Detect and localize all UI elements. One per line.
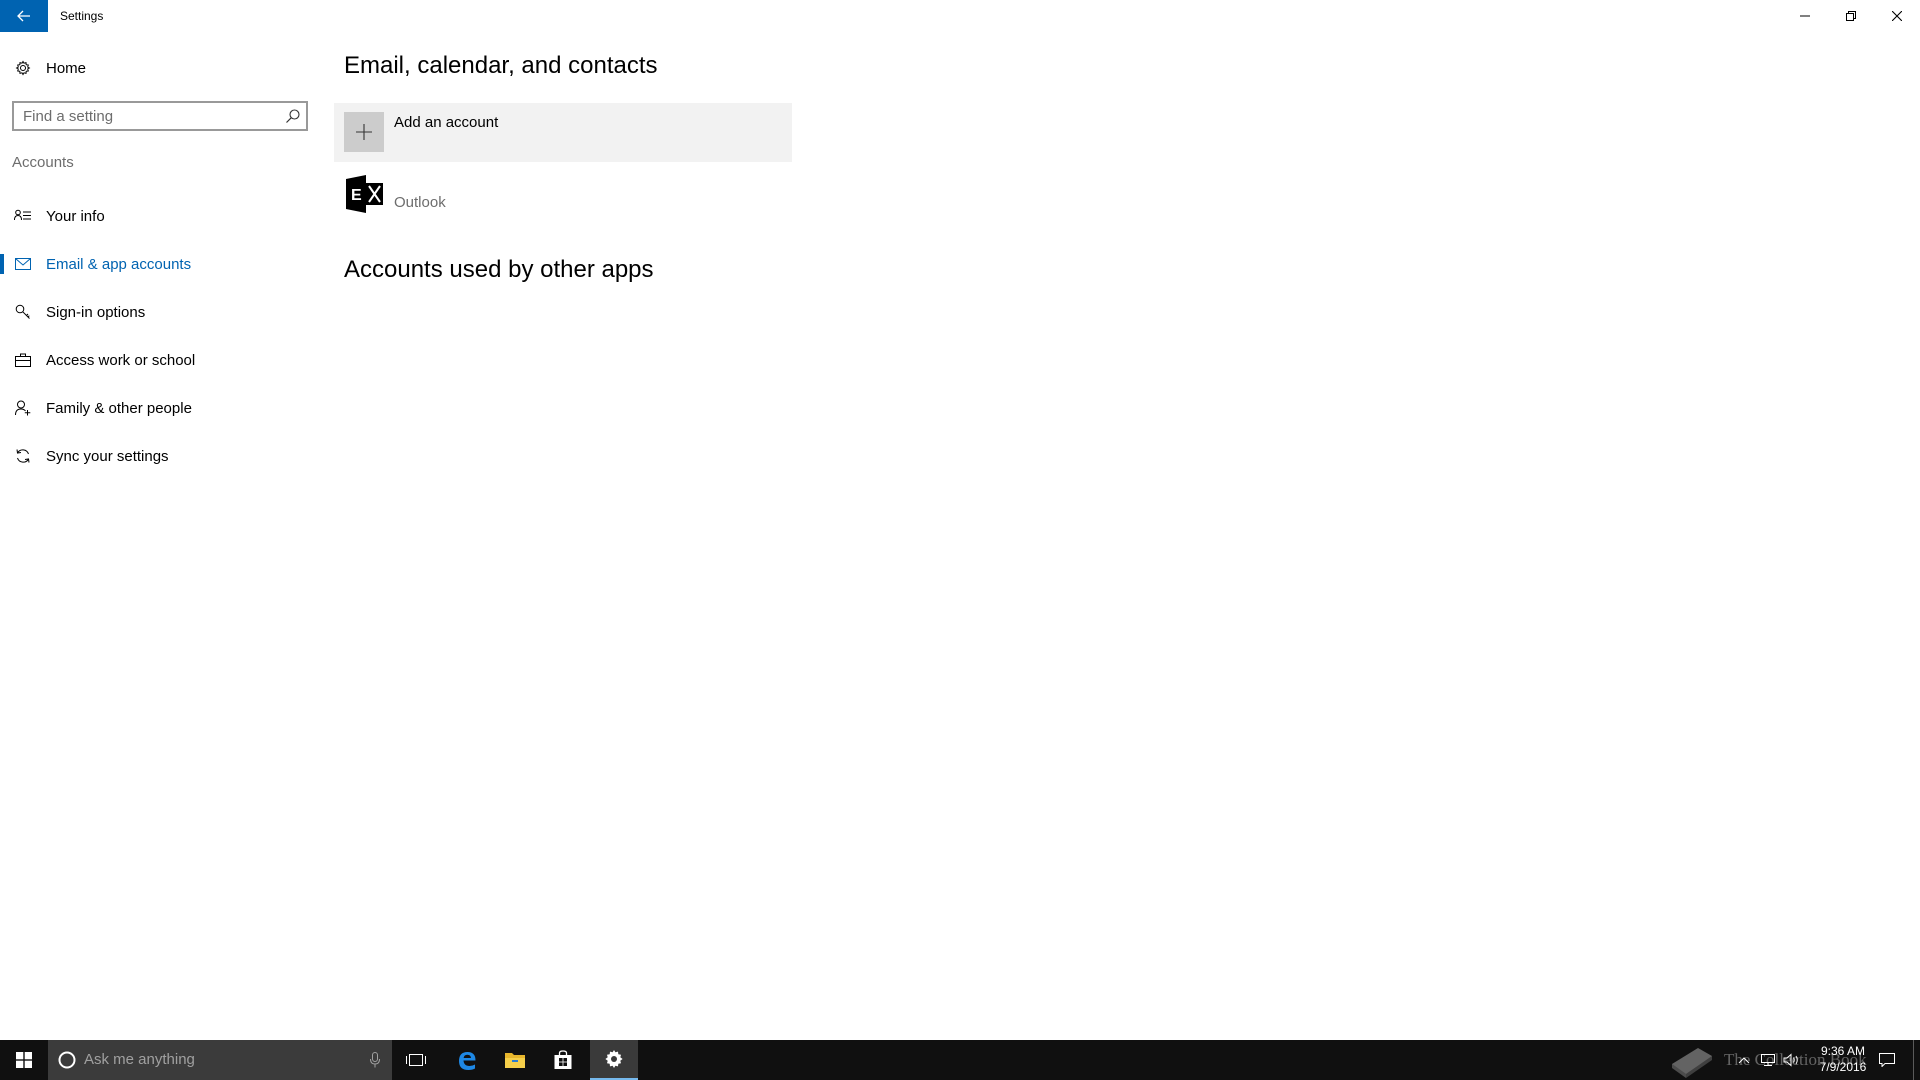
back-button[interactable] [0, 0, 48, 32]
taskbar: Ask me anything 9:36 AM 7/9/2016 [0, 1040, 1920, 1080]
cortana-search-placeholder: Ask me anything [84, 1051, 195, 1068]
close-icon [1892, 11, 1902, 21]
close-button[interactable] [1874, 0, 1920, 32]
store-bag-icon [554, 1050, 572, 1069]
plus-icon [344, 112, 384, 152]
task-view-icon [406, 1054, 426, 1066]
action-center-button[interactable] [1872, 1040, 1902, 1080]
window-title: Settings [60, 9, 104, 23]
key-icon [0, 304, 46, 320]
folder-icon [505, 1053, 525, 1068]
task-view-button[interactable] [392, 1040, 440, 1080]
sidebar-nav: Your info Email & app accounts Sign-in o… [0, 192, 320, 480]
sidebar-item-label: Family & other people [46, 399, 192, 417]
sidebar-item-email-app-accounts[interactable]: Email & app accounts [0, 240, 320, 288]
contact-info-icon [0, 209, 46, 223]
edge-browser-button[interactable] [443, 1040, 491, 1080]
account-name: Outlook [394, 194, 446, 211]
gear-icon [0, 60, 46, 76]
settings-taskbar-button[interactable] [590, 1040, 638, 1080]
clock[interactable]: 9:36 AM 7/9/2016 [1806, 1043, 1880, 1075]
edge-icon [459, 1052, 476, 1070]
find-setting-input[interactable] [14, 103, 264, 129]
store-button[interactable] [539, 1040, 587, 1080]
file-explorer-button[interactable] [491, 1040, 539, 1080]
start-button[interactable] [0, 1040, 48, 1080]
minimize-icon [1800, 15, 1810, 17]
title-bar: Settings [0, 0, 1920, 32]
exchange-icon: E [346, 175, 383, 213]
restore-icon [1846, 11, 1856, 21]
add-account-button[interactable]: Add an account [334, 103, 792, 162]
network-button[interactable] [1756, 1040, 1780, 1080]
sidebar-item-label: Your info [46, 207, 105, 225]
section-title-accounts-other-apps: Accounts used by other apps [344, 256, 654, 283]
cortana-search-box[interactable]: Ask me anything [48, 1040, 392, 1080]
restore-button[interactable] [1828, 0, 1874, 32]
section-title-email-calendar-contacts: Email, calendar, and contacts [344, 52, 658, 79]
clock-time: 9:36 AM [1820, 1044, 1866, 1058]
home-label: Home [46, 59, 87, 77]
sidebar-item-sign-in-options[interactable]: Sign-in options [0, 288, 320, 336]
sync-icon [0, 448, 46, 464]
sidebar-item-label: Access work or school [46, 351, 196, 369]
search-icon[interactable] [285, 108, 301, 124]
home-nav-item[interactable]: Home [0, 48, 320, 88]
speaker-icon [1783, 1053, 1798, 1067]
volume-button[interactable] [1780, 1040, 1804, 1080]
back-arrow-icon [17, 10, 30, 22]
find-setting-search-box[interactable] [12, 101, 308, 131]
add-person-icon [0, 400, 46, 416]
sidebar-item-your-info[interactable]: Your info [0, 192, 320, 240]
clock-date: 7/9/2016 [1819, 1060, 1867, 1074]
show-hidden-icons-button[interactable] [1734, 1040, 1754, 1080]
sidebar-item-access-work-school[interactable]: Access work or school [0, 336, 320, 384]
microphone-icon[interactable] [370, 1052, 380, 1068]
network-icon [1761, 1054, 1775, 1066]
show-desktop-button[interactable] [1913, 1040, 1914, 1080]
sidebar-item-label: Email & app accounts [46, 255, 192, 273]
sidebar-item-sync-settings[interactable]: Sync your settings [0, 432, 320, 480]
notification-icon [1879, 1053, 1895, 1067]
cortana-icon [58, 1051, 76, 1069]
svg-text:E: E [351, 187, 362, 204]
gear-icon [605, 1050, 623, 1068]
sidebar-item-label: Sign-in options [46, 303, 146, 321]
account-item-outlook[interactable]: E Outlook [334, 172, 792, 222]
chevron-up-icon [1738, 1057, 1750, 1064]
sidebar-item-family-other-people[interactable]: Family & other people [0, 384, 320, 432]
windows-logo-icon [16, 1052, 32, 1068]
minimize-button[interactable] [1782, 0, 1828, 32]
add-account-label: Add an account [394, 114, 499, 131]
sidebar-section-accounts: Accounts [12, 154, 74, 171]
briefcase-icon [0, 353, 46, 367]
sidebar-item-label: Sync your settings [46, 447, 169, 465]
mail-icon [0, 258, 46, 270]
